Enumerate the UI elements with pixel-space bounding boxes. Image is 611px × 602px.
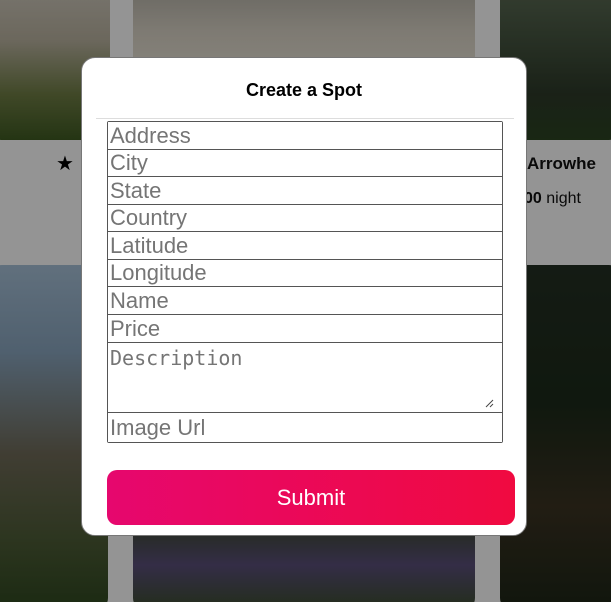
image-url-input[interactable] bbox=[108, 414, 502, 442]
city-input[interactable] bbox=[108, 150, 502, 177]
state-input[interactable] bbox=[108, 177, 502, 205]
create-spot-modal: Create a Spot Submit bbox=[81, 57, 527, 536]
submit-button[interactable]: Submit bbox=[107, 470, 515, 525]
resize-handle-icon[interactable] bbox=[484, 398, 494, 408]
address-input[interactable] bbox=[108, 122, 502, 150]
modal-title: Create a Spot bbox=[245, 80, 363, 100]
price-input[interactable] bbox=[108, 315, 502, 343]
description-textarea[interactable] bbox=[108, 343, 502, 413]
divider bbox=[96, 118, 514, 119]
create-spot-form bbox=[107, 121, 503, 443]
longitude-input[interactable] bbox=[108, 260, 502, 287]
country-input[interactable] bbox=[108, 205, 502, 232]
latitude-input[interactable] bbox=[108, 232, 502, 260]
name-input[interactable] bbox=[108, 287, 502, 315]
